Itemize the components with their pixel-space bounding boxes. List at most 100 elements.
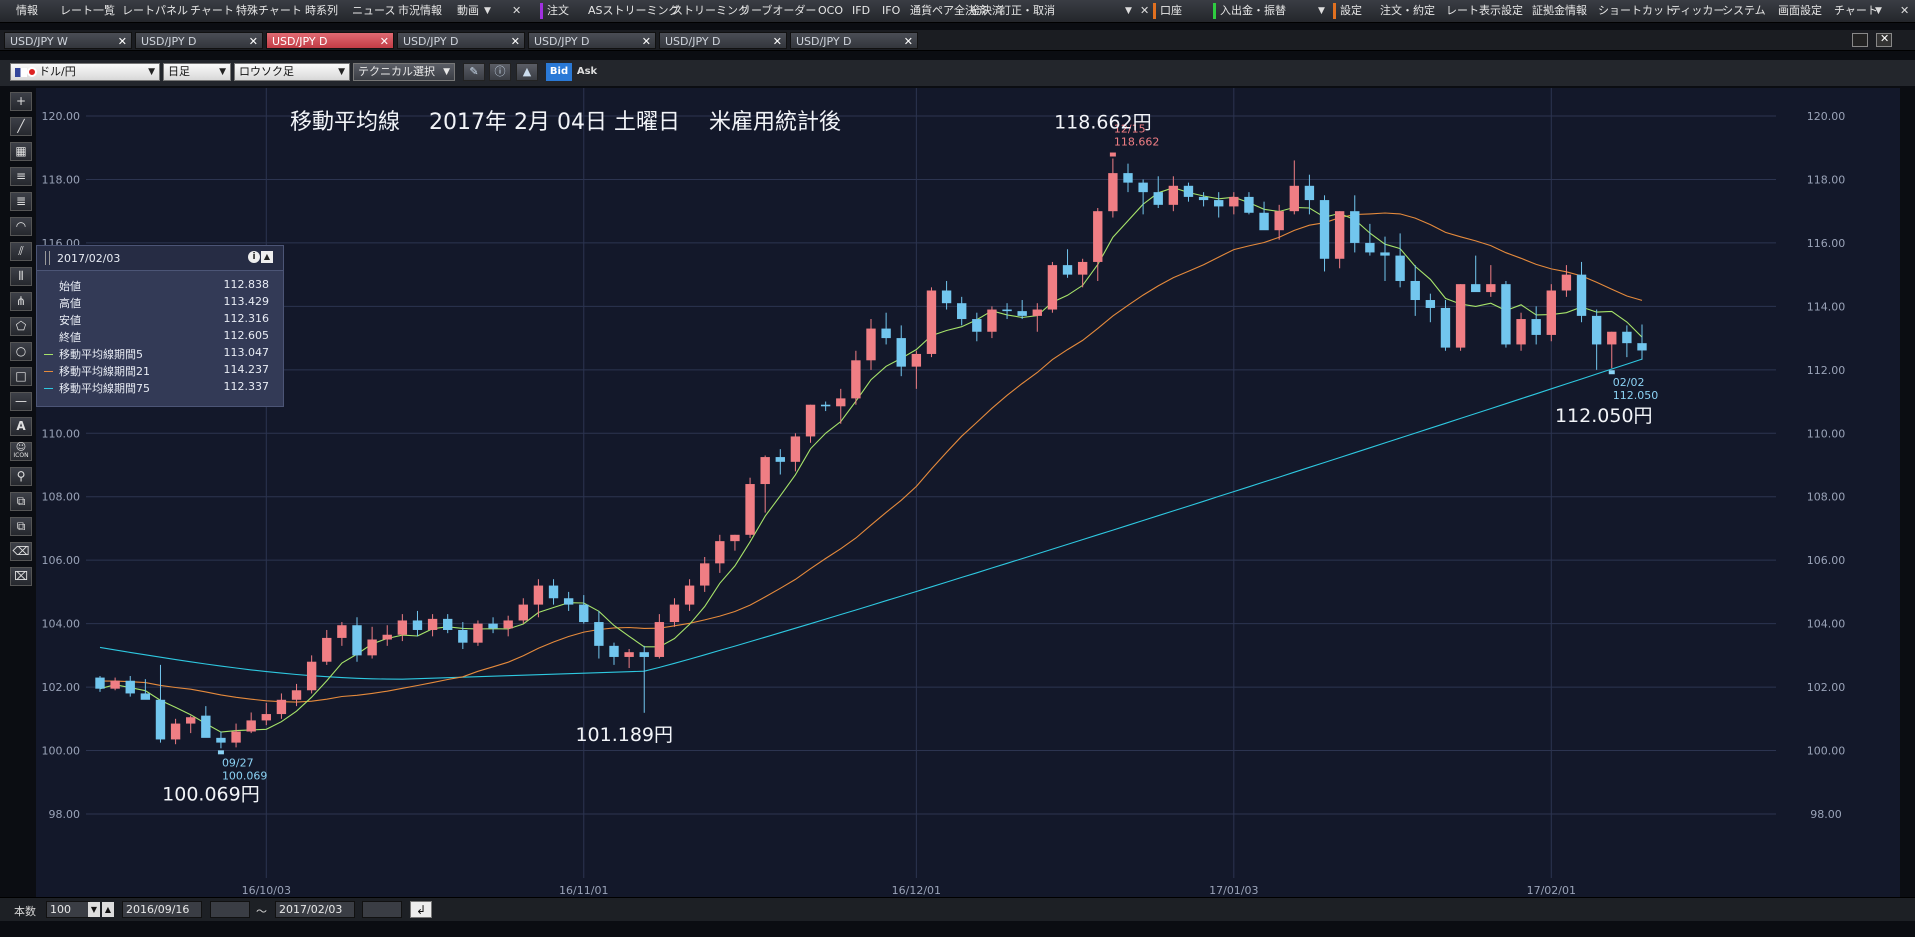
menu-item-18[interactable]: 訂正・取消	[1000, 0, 1055, 22]
menu-item-29[interactable]: チャート	[1834, 0, 1878, 22]
menu-item-1[interactable]: レート一覧	[60, 0, 115, 22]
menu-item-11[interactable]: ストリーミング	[672, 0, 749, 22]
menu-item-21[interactable]: 設定	[1340, 0, 1362, 22]
count-down-icon[interactable]: ▼	[88, 902, 100, 917]
menu-item-9[interactable]: 注文	[547, 0, 569, 22]
menu-dropdown-icon[interactable]: ▼	[1875, 0, 1882, 22]
tab-close-icon[interactable]: ✕	[511, 33, 520, 50]
technical-select[interactable]: テクニカル選択 ▼	[353, 63, 455, 81]
clear-all-icon[interactable]: ⌧	[10, 567, 32, 586]
menu-item-14[interactable]: IFD	[852, 0, 870, 22]
menu-item-2[interactable]: レートパネル	[122, 0, 188, 22]
tab-close-icon[interactable]: ✕	[118, 33, 127, 50]
tab-6[interactable]: USD/JPY D ✕	[790, 32, 918, 49]
price-chart[interactable]: 98.00 98.00 100.00 100.00 102.00 102.00 104.00…	[36, 88, 1900, 898]
info-icon[interactable]: ⓘ	[489, 63, 511, 81]
bid-button[interactable]: Bid	[546, 63, 572, 81]
tab-close-icon[interactable]: ✕	[642, 33, 651, 50]
menu-item-27[interactable]: システム	[1722, 0, 1766, 22]
menu-item-26[interactable]: ティッカー	[1670, 0, 1724, 22]
menu-item-28[interactable]: 画面設定	[1778, 0, 1822, 22]
rectangle-icon[interactable]: □	[10, 367, 32, 386]
tab-close-icon[interactable]: ✕	[904, 33, 913, 50]
candle-body	[836, 398, 846, 407]
info-icon[interactable]: i	[248, 251, 260, 263]
line-icon[interactable]: —	[10, 392, 32, 411]
currency-select[interactable]: ドル/円 ▼	[10, 63, 160, 81]
menu-item-7[interactable]: 市況情報	[398, 0, 442, 22]
end-time-field[interactable]	[362, 901, 402, 918]
tab-1[interactable]: USD/JPY D ✕	[135, 32, 263, 49]
candle-body	[1425, 300, 1436, 308]
menu-item-0[interactable]: 情報	[16, 0, 38, 22]
pentagon-icon[interactable]: ⬠	[10, 317, 32, 336]
trendline-icon[interactable]: ╱	[10, 117, 32, 136]
menu-item-12[interactable]: リーブオーダー	[740, 0, 816, 22]
menu-item-10[interactable]: ASストリーミング	[588, 0, 680, 22]
crosshair-icon[interactable]: +	[10, 92, 32, 111]
menu-item-6[interactable]: ニュース	[352, 0, 395, 22]
return-icon[interactable]: ↲	[410, 901, 432, 918]
count-up-icon[interactable]: ▲	[102, 902, 114, 917]
info-row: 終値 112.605	[37, 329, 283, 346]
tab-close-icon[interactable]: ✕	[380, 33, 389, 50]
start-time-field[interactable]	[210, 901, 250, 918]
menu-dropdown-icon[interactable]: ▼	[1125, 0, 1132, 22]
smiley-icon[interactable]: ☺ ICON	[10, 442, 32, 461]
menu-item-22[interactable]: 注文・約定	[1380, 0, 1435, 22]
ask-button[interactable]: Ask	[574, 63, 600, 81]
close-window-icon[interactable]: ✕	[1876, 32, 1892, 47]
mountain-icon[interactable]: ▲	[516, 63, 538, 81]
menu-dropdown-icon[interactable]: ▼	[484, 0, 491, 22]
copy-icon[interactable]: ⧉	[10, 492, 32, 511]
menu-item-20[interactable]: 入出金・振替	[1220, 0, 1286, 22]
duplicate-icon[interactable]: ⧉	[10, 517, 32, 536]
menu-item-8[interactable]: 動画	[457, 0, 479, 22]
tab-5[interactable]: USD/JPY D ✕	[659, 32, 787, 49]
eraser-icon[interactable]: ⌫	[10, 542, 32, 561]
menu-item-15[interactable]: IFO	[882, 0, 900, 22]
chevron-down-icon: ▼	[443, 67, 450, 77]
start-date-field[interactable]: 2016/09/16	[122, 901, 202, 918]
menu-item-13[interactable]: OCO	[818, 0, 843, 22]
menu-item-19[interactable]: 口座	[1160, 0, 1182, 22]
menu-item-5[interactable]: 時系列	[305, 0, 338, 22]
pitchfork-icon[interactable]: ⋔	[10, 292, 32, 311]
menu-item-24[interactable]: 証拠金情報	[1532, 0, 1587, 22]
restore-window-icon[interactable]	[1852, 33, 1868, 47]
tab-3[interactable]: USD/JPY D ✕	[397, 32, 525, 49]
tab-2[interactable]: USD/JPY D ✕	[266, 32, 394, 49]
close-icon[interactable]: ✕	[512, 0, 521, 22]
menu-item-17[interactable]: 全決済	[970, 0, 1003, 22]
tab-0[interactable]: USD/JPY W ✕	[4, 32, 132, 49]
horizontal-lines-icon[interactable]: ≡	[10, 167, 32, 186]
channel-icon[interactable]: ≣	[10, 192, 32, 211]
circle-icon[interactable]: ○	[10, 342, 32, 361]
fan-icon[interactable]: ⫽	[10, 242, 32, 261]
text-icon[interactable]: A	[10, 417, 32, 436]
menu-item-23[interactable]: レート表示設定	[1446, 0, 1523, 22]
count-field[interactable]: 100	[46, 901, 90, 918]
candle-body	[1607, 331, 1617, 345]
menu-dropdown-icon[interactable]: ▼	[1318, 0, 1325, 22]
magnet-icon[interactable]: ⚲	[10, 467, 32, 486]
menu-item-4[interactable]: 特殊チャート	[236, 0, 302, 22]
chart-style-select[interactable]: ロウソク足 ▼	[234, 63, 350, 81]
vertical-lines-icon[interactable]: ⦀	[10, 267, 32, 286]
arc-icon[interactable]: ◠	[10, 217, 32, 236]
candle-body	[790, 436, 801, 462]
close-icon[interactable]: ✕	[1900, 0, 1909, 22]
menu-item-25[interactable]: ショートカット	[1598, 0, 1675, 22]
info-row: 安値 112.316	[37, 312, 283, 329]
tab-close-icon[interactable]: ✕	[773, 33, 782, 50]
period-select[interactable]: 日足 ▼	[163, 63, 231, 81]
pen-icon[interactable]: ✎	[463, 63, 485, 81]
collapse-icon[interactable]: ▲	[261, 251, 273, 263]
ruler-icon[interactable]: ▦	[10, 142, 32, 161]
end-date-field[interactable]: 2017/02/03	[275, 901, 355, 918]
y-tick-left: 100.00	[42, 745, 81, 758]
close-icon[interactable]: ✕	[1140, 0, 1149, 22]
menu-item-3[interactable]: チャート	[190, 0, 234, 22]
tab-close-icon[interactable]: ✕	[249, 33, 258, 50]
tab-4[interactable]: USD/JPY D ✕	[528, 32, 656, 49]
